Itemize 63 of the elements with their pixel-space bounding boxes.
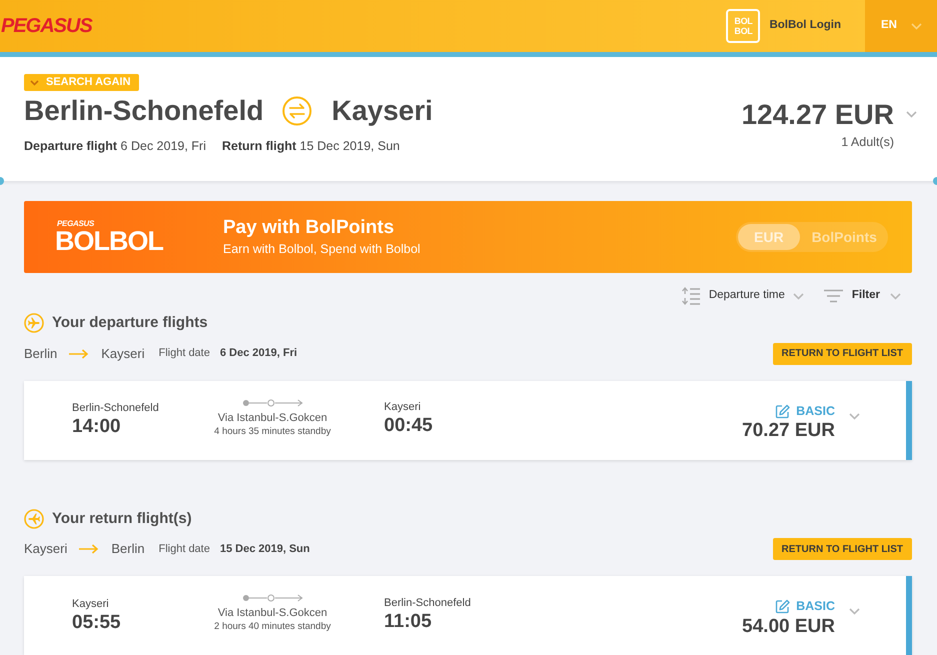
arrow-right-icon (79, 544, 100, 554)
destination-airport: Kayseri (384, 400, 422, 414)
swap-icon (282, 96, 312, 126)
origin-airport: Kayseri (72, 596, 110, 610)
chevron-down-icon (890, 292, 901, 300)
layover-duration: 2 hours 40 minutes standby (214, 620, 331, 633)
destination-airport: Berlin-Schonefeld (384, 596, 471, 610)
flight-date-text: Departure flight 6 Dec 2019, Fri (24, 138, 206, 155)
route-line-icon (242, 398, 304, 406)
flight-date-text: Return flight 15 Dec 2019, Sun (222, 138, 400, 155)
login-link[interactable]: BolBol Login (769, 17, 841, 35)
chevron-down-icon (849, 608, 860, 615)
chevron-down-icon (849, 412, 860, 420)
section-title: Your return flight(s) (52, 508, 192, 528)
connection-airport: Via Istanbul-S.Gokcen (218, 606, 328, 620)
promo-title: Pay with BolPoints (223, 216, 396, 240)
arrival-time: 00:45 (384, 414, 433, 438)
promo-subtitle: Earn with Bolbol, Spend with Bolbol (223, 240, 420, 258)
loyalty-logo: BOLBOL (55, 228, 163, 254)
sort-icon (680, 286, 701, 306)
filter-icon (824, 289, 843, 303)
edit-icon (775, 404, 790, 418)
brand-logo: PEGASUS (57, 220, 94, 228)
chevron-down-icon (910, 22, 922, 30)
sort-dropdown[interactable]: Departure time (680, 286, 804, 306)
return-to-list-button[interactable]: RETURN TO FLIGHT LIST (772, 342, 912, 364)
section-title: Your departure flights (52, 313, 208, 333)
flight-date-label: Flight date (158, 542, 210, 557)
arrival-city: Berlin (111, 540, 145, 558)
return-to-list-button[interactable]: RETURN TO FLIGHT LIST (772, 538, 912, 560)
departure-time: 14:00 (72, 415, 122, 439)
flight-date-label: Flight date (158, 346, 210, 362)
fare-type: BASIC (796, 598, 835, 616)
departure-time: 05:55 (72, 610, 122, 634)
departure-city: Kayseri (24, 540, 68, 558)
origin-city: Berlin-Schonefeld (24, 94, 264, 128)
logo-text: BOL (734, 26, 752, 36)
origin-airport: Berlin-Schonefeld (72, 401, 160, 415)
filter-dropdown[interactable]: Filter (824, 287, 901, 305)
fare-type: BASIC (796, 402, 835, 420)
fare-price: 70.27 EUR (742, 420, 835, 442)
destination-city: Kayseri (332, 94, 433, 128)
edit-icon (775, 599, 790, 614)
layover-duration: 4 hours 35 minutes standby (214, 424, 331, 438)
arrival-city: Kayseri (101, 344, 145, 363)
arrow-right-icon (69, 348, 90, 358)
flight-date: 6 Dec 2019, Fri (220, 346, 298, 362)
plane-icon (24, 313, 44, 334)
arrival-time: 11:05 (384, 610, 433, 634)
flight-card[interactable]: Kayseri 05:55 Via Istanbul-S.Gokcen 2 hours 40 minutes standby Berlin-Schonefeld 11:05 BASIC 54.00 EUR (24, 576, 912, 655)
route-line-icon (242, 594, 304, 602)
passenger-count: 1 Adult(s) (840, 134, 894, 151)
fare-price: 54.00 EUR (742, 616, 835, 638)
departure-city: Berlin (24, 344, 58, 363)
total-price: 124.27 EUR (741, 98, 894, 132)
chevron-down-icon (906, 111, 917, 118)
plane-icon (24, 508, 44, 529)
flight-card[interactable]: Berlin-Schonefeld 14:00 Via Istanbul-S.Gokcen 4 hours 35 minutes standby Kayseri 00:45 BASIC 70.27 EUR (24, 380, 912, 460)
logo-text: BOL (734, 16, 752, 26)
connection-airport: Via Istanbul-S.Gokcen (218, 410, 328, 424)
flight-date: 15 Dec 2019, Sun (220, 542, 310, 557)
chevron-down-icon (30, 80, 39, 86)
chevron-down-icon (792, 292, 804, 300)
